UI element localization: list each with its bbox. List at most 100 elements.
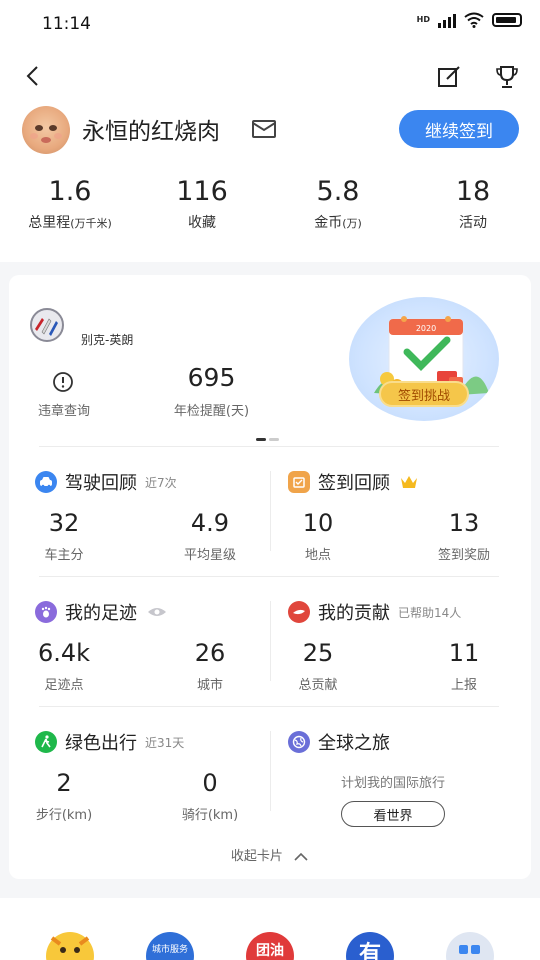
avatar[interactable]	[22, 106, 70, 154]
stat-value: 18	[455, 176, 491, 207]
checkin-review-header[interactable]: 签到回顾	[288, 469, 418, 495]
heart-hand-icon	[288, 601, 310, 623]
section-title: 全球之旅	[318, 733, 390, 754]
wifi-icon	[464, 12, 484, 28]
mascot-icon[interactable]	[46, 932, 94, 960]
walking-icon	[35, 731, 57, 753]
cell-value: 10	[302, 509, 334, 537]
see-world-button[interactable]: 看世界	[341, 801, 445, 827]
divider	[39, 576, 499, 577]
status-bar: 11:14 HD	[0, 0, 540, 50]
buick-logo-icon[interactable]	[27, 307, 67, 343]
status-time: 11:14	[42, 14, 91, 34]
car-icon	[35, 471, 57, 493]
cycling-distance[interactable]: 0 骑行(km)	[165, 769, 255, 823]
cell-value: 6.4k	[37, 639, 91, 667]
stat-mileage[interactable]: 1.6 总里程(万千米)	[0, 176, 140, 232]
cell-label: 步行(km)	[35, 808, 93, 823]
section-title: 绿色出行	[65, 733, 137, 754]
cell-value: 25	[302, 639, 334, 667]
back-button[interactable]	[16, 60, 48, 92]
car-model-name[interactable]: 别克-英朗	[81, 331, 133, 348]
stat-label: 活动	[459, 215, 487, 231]
mail-icon[interactable]	[252, 120, 276, 138]
carousel-indicator	[256, 438, 279, 441]
divider	[270, 601, 271, 681]
section-title: 我的足迹	[65, 603, 137, 624]
cell-label: 车主分	[44, 548, 84, 563]
collapse-label: 收起卡片	[230, 849, 283, 864]
status-icons: HD	[417, 12, 522, 28]
stat-activities[interactable]: 18 活动	[403, 176, 540, 232]
section-subtitle: 近31天	[145, 735, 185, 750]
stat-label: 总里程	[28, 215, 71, 231]
calendar-icon	[288, 471, 310, 493]
more-apps-icon[interactable]	[446, 932, 494, 960]
alert-circle-icon[interactable]	[52, 371, 74, 393]
cell-value: 26	[194, 639, 226, 667]
stat-value: 1.6	[48, 176, 92, 207]
contribution-header[interactable]: 我的贡献 已帮助14人	[288, 599, 461, 625]
edit-icon[interactable]	[434, 62, 464, 92]
section-title: 我的贡献	[318, 603, 390, 624]
footprint-points[interactable]: 6.4k 足迹点	[19, 639, 109, 693]
total-contributions[interactable]: 25 总贡献	[273, 639, 363, 693]
challenge-year: 2020	[416, 324, 436, 333]
service-shortcuts: 城市服务 团油 有	[0, 898, 540, 960]
stat-value: 5.8	[316, 176, 360, 207]
stat-favorites[interactable]: 116 收藏	[132, 176, 272, 232]
section-title: 驾驶回顾	[65, 473, 137, 494]
footprint-cities[interactable]: 26 城市	[165, 639, 255, 693]
stat-label: 收藏	[188, 215, 216, 231]
cell-value: 11	[448, 639, 480, 667]
hd-indicator: HD	[416, 15, 430, 24]
walking-distance[interactable]: 2 步行(km)	[19, 769, 109, 823]
reports[interactable]: 11 上报	[419, 639, 509, 693]
city-service-icon[interactable]: 城市服务	[146, 932, 194, 960]
stats-row: 1.6 总里程(万千米) 116 收藏 5.8 金币(万) 18 活动	[0, 176, 540, 246]
stat-label: 金币	[314, 215, 343, 231]
cell-label: 平均星级	[183, 548, 236, 563]
continue-checkin-button[interactable]: 继续签到	[399, 110, 519, 148]
collapse-card-button[interactable]: 收起卡片	[9, 845, 531, 864]
overview-card: 别克-英朗 违章查询 695 年检提醒(天) 2020 签到挑战 驾驶回顾 近7…	[9, 275, 531, 879]
divider	[270, 471, 271, 551]
eye-icon[interactable]	[147, 606, 167, 618]
violation-query-label[interactable]: 违章查询	[34, 400, 94, 419]
cell-value: 0	[202, 769, 218, 797]
divider	[270, 731, 271, 811]
cell-label: 地点	[304, 548, 331, 563]
you-label: 有	[358, 942, 381, 960]
stat-unit: (万千米)	[70, 217, 112, 230]
checkin-rewards[interactable]: 13 签到奖励	[419, 509, 509, 563]
inspection-days-value[interactable]: 695	[159, 363, 264, 392]
driving-review-header[interactable]: 驾驶回顾 近7次	[35, 469, 177, 495]
stat-coins[interactable]: 5.8 金币(万)	[268, 176, 408, 232]
driver-score[interactable]: 32 车主分	[19, 509, 109, 563]
fuel-icon[interactable]: 团油	[246, 932, 294, 960]
footprint-header[interactable]: 我的足迹	[35, 599, 167, 625]
city-service-label: 城市服务	[151, 945, 188, 955]
stat-value: 116	[176, 176, 228, 207]
cell-label: 骑行(km)	[181, 808, 239, 823]
checkin-locations[interactable]: 10 地点	[273, 509, 363, 563]
divider	[39, 706, 499, 707]
globe-icon	[288, 731, 310, 753]
crown-icon	[401, 476, 417, 488]
you-service-icon[interactable]: 有	[346, 932, 394, 960]
chevron-left-icon	[26, 66, 38, 86]
cell-value: 13	[448, 509, 480, 537]
checkin-challenge-label[interactable]: 签到挑战	[379, 381, 469, 407]
profile-header: 11:14 HD 永恒的红烧肉 继续签到 1.6 总里程(万千米) 116 收藏…	[0, 0, 540, 262]
trophy-icon[interactable]	[492, 62, 522, 92]
inspection-reminder-label[interactable]: 年检提醒(天)	[159, 400, 264, 419]
section-subtitle: 近7次	[145, 475, 177, 490]
cell-value: 4.9	[190, 509, 230, 537]
average-stars[interactable]: 4.9 平均星级	[165, 509, 255, 563]
plan-international-travel-text: 计划我的国际旅行	[340, 776, 445, 791]
signal-icon	[438, 12, 456, 28]
global-travel-header[interactable]: 全球之旅	[288, 729, 390, 755]
section-subtitle: 已帮助14人	[398, 605, 462, 620]
green-travel-header[interactable]: 绿色出行 近31天	[35, 729, 184, 755]
cell-value: 32	[48, 509, 80, 537]
